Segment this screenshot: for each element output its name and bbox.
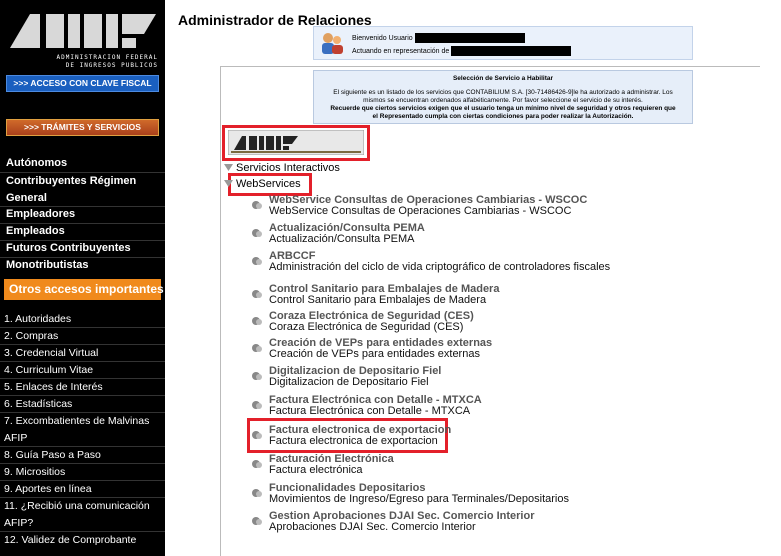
logo-line-2: DE INGRESOS PUBLICOS [65,62,158,69]
nav-divider [0,327,165,328]
gear-icon [252,460,262,468]
nav-divider [0,446,165,447]
gear-icon [252,257,262,265]
info-line-1: El siguiente es un listado de los servic… [333,89,673,96]
service-desc: WebService Consultas de Operaciones Camb… [269,205,572,217]
service-desc: Digitalizacion de Depositario Fiel [269,376,429,388]
expand-arrow-icon [224,180,233,187]
service-desc: Factura Electrónica con Detalle - MTXCA [269,405,471,417]
service-desc: Aprobaciones DJAI Sec. Comercio Interior [269,521,476,533]
sidebar-item-autoridades[interactable]: 1. Autoridades [4,313,162,325]
nav-contribuyentes-line1[interactable]: Contribuyentes Régimen [6,175,161,187]
expand-arrow-icon [224,164,233,171]
info-line-4: el Representado cumpla con ciertas condi… [372,113,634,120]
welcome-row: Bienvenido Usuario [352,33,525,43]
sidebar-item-compras[interactable]: 2. Compras [4,330,162,342]
tree-webservices-label: WebServices [236,178,301,190]
nav-divider [0,172,165,173]
gear-icon [252,489,262,497]
nav-autonomos[interactable]: Autónomos [6,157,161,169]
logo-line-1: ADMINISTRACION FEDERAL [56,54,158,61]
sidebar-item-validez[interactable]: 12. Validez de Comprobante [4,534,162,546]
sidebar: ADMINISTRACION FEDERAL DE INGRESOS PUBLI… [0,0,165,556]
nav-divider [0,206,165,207]
gear-icon [252,317,262,325]
nav-divider [0,378,165,379]
gear-icon [252,290,262,298]
sidebar-item-aportes[interactable]: 9. Aportes en línea [4,483,162,495]
redacted-representado [451,46,572,56]
gear-icon [252,229,262,237]
sidebar-item-malvinas[interactable]: 7. Excombatientes de Malvinas [4,415,162,427]
nav-divider [0,480,165,481]
welcome-label: Bienvenido Usuario [352,34,413,42]
service-desc: Creación de VEPs para entidades externas [269,348,480,360]
service-desc: Movimientos de Ingreso/Egreso para Termi… [269,493,569,505]
nav-contribuyentes-line2[interactable]: General [6,192,161,204]
nav-divider [0,531,165,532]
nav-divider [0,257,165,258]
info-title: Selección de Servicio a Habilitar [452,75,554,82]
nav-futuros-contribuyentes[interactable]: Futuros Contribuyentes [6,242,161,254]
user-info-box: Bienvenido Usuario Actuando en represent… [313,26,693,60]
clave-fiscal-button[interactable]: >>> ACCESO CON CLAVE FISCAL [6,75,159,92]
sidebar-item-enlaces[interactable]: 5. Enlaces de Interés [4,381,162,393]
sidebar-item-estadisticas[interactable]: 6. Estadísticas [4,398,162,410]
nav-monotributistas[interactable]: Monotributistas [6,259,161,271]
gear-icon [252,401,262,409]
sidebar-item-comunicacion-cont[interactable]: AFIP? [4,517,162,529]
nav-divider [0,463,165,464]
redacted-username [414,33,525,43]
otros-accesos-header: Otros accesos importantes [4,279,164,300]
main-content: Administrador de Relaciones Bienvenido U… [165,0,781,556]
tree-webservices[interactable]: WebServices [223,178,301,190]
afip-logo-mark [10,14,156,48]
acting-row: Actuando en representación de [352,46,572,56]
nav-divider [0,497,165,498]
gear-icon [252,201,262,209]
gear-icon [252,431,262,439]
nav-empleados[interactable]: Empleados [6,225,161,237]
gear-icon [252,517,262,525]
info-line-2: mismos se encuentran ordenados alfabétic… [363,97,643,104]
info-box: Selección de Servicio a Habilitar El sig… [313,70,693,124]
service-desc: Factura electrónica [269,464,363,476]
service-desc: Administración del ciclo de vida criptog… [269,261,611,273]
afip-logo[interactable]: ADMINISTRACION FEDERAL DE INGRESOS PUBLI… [6,8,158,70]
nav-divider [0,395,165,396]
service-desc: Control Sanitario para Embalajes de Made… [269,294,487,306]
info-line-3: Recuerde que ciertos servicios exigen qu… [330,105,676,112]
sidebar-item-malvinas-cont[interactable]: AFIP [4,432,162,444]
tramites-servicios-button[interactable]: >>> TRÁMITES Y SERVICIOS [6,119,159,136]
sidebar-item-curriculum[interactable]: 4. Curriculum Vitae [4,364,162,376]
service-desc: Factura electronica de exportacion [269,435,438,447]
sidebar-item-credencial[interactable]: 3. Credencial Virtual [4,347,162,359]
nav-empleadores[interactable]: Empleadores [6,208,161,220]
nav-divider [0,412,165,413]
nav-divider [0,344,165,345]
afip-root-logo[interactable] [228,130,364,155]
user-group-icon [322,33,343,54]
gear-icon [252,372,262,380]
acting-label: Actuando en representación de [352,47,450,55]
nav-divider [0,361,165,362]
gear-icon [252,344,262,352]
service-desc: Coraza Electrónica de Seguridad (CES) [269,321,464,333]
sidebar-item-guia[interactable]: 8. Guía Paso a Paso [4,449,162,461]
sidebar-item-micrositios[interactable]: 9. Micrositios [4,466,162,478]
nav-divider [0,240,165,241]
sidebar-item-comunicacion[interactable]: 11. ¿Recibió una comunicación [4,500,162,512]
nav-divider [0,223,165,224]
service-desc: Actualización/Consulta PEMA [269,233,415,245]
